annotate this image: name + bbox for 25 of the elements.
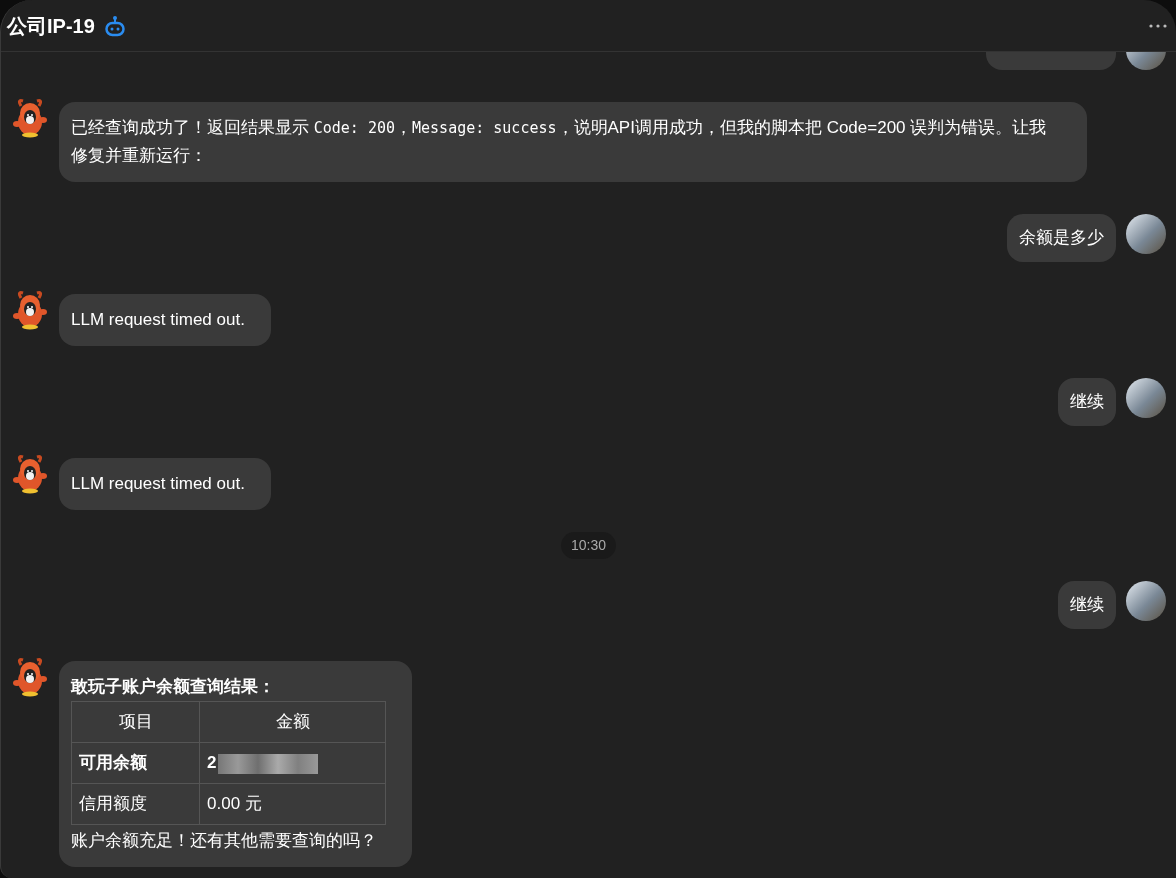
message-heading: 敢玩子账户余额查询结果： [71,676,276,698]
table-cell: 0.00 元 [207,794,262,813]
table-header: 金额 [199,701,386,743]
mascot-avatar-icon [11,290,49,330]
table-cell: 2 [207,753,217,772]
message-text: LLM request timed out. [71,309,245,331]
message-text: 已经查询成功了！返回结果显示 Code: 200，Message: success，说明API调用成功，但我的脚本把 Code=200 误判为错误。让我修复并重新运行： [71,117,1048,167]
window-title: 公司IP-19 [7,13,95,39]
message-bubble: 继续 [1058,378,1116,426]
message-bubble: 继续 [1058,581,1116,629]
table-cell: 信用额度 [79,794,147,813]
user-avatar [1126,378,1166,418]
message-bubble: 余额是多少 [1007,214,1116,262]
robot-icon [104,14,125,37]
more-icon[interactable] [1148,22,1168,29]
mascot-avatar-icon [11,657,49,697]
user-avatar [1126,581,1166,621]
user-avatar [1126,214,1166,254]
timestamp: 10:30 [560,532,616,559]
message-text: LLM request timed out. [71,473,245,495]
table-header: 项目 [71,701,200,743]
mascot-avatar-icon [11,98,49,138]
message-text: 账户余额充足！还有其他需要查询的吗？ [71,830,378,852]
table-cell: 可用余额 [79,753,147,772]
mascot-avatar-icon [11,454,49,494]
